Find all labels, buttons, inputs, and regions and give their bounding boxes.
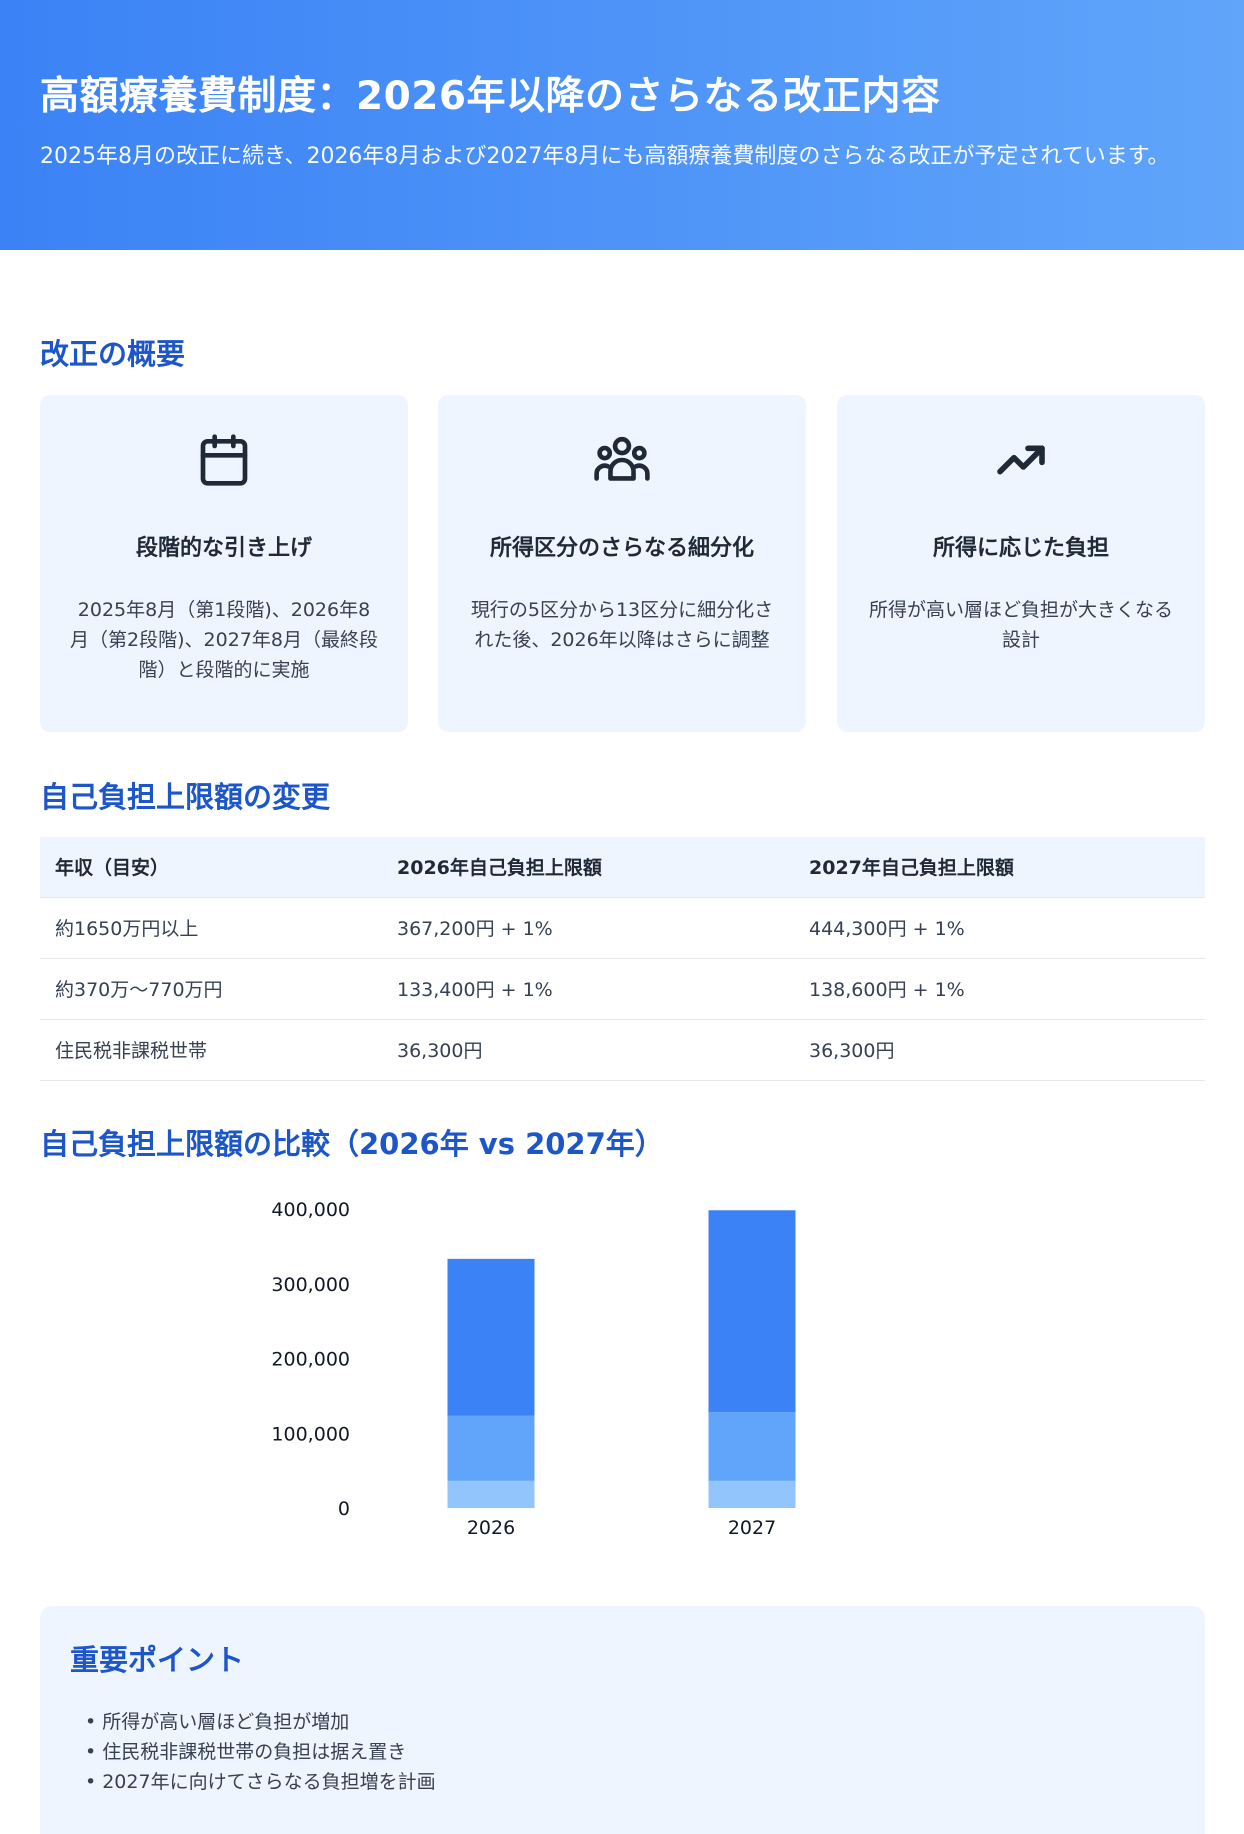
- card-text: 現行の5区分から13区分に細分化された後、2026年以降はさらに調整: [470, 599, 774, 651]
- card-text: 所得が高い層ほど負担が大きくなる設計: [868, 599, 1173, 651]
- overview-cards: 段階的な引き上げ 2025年8月（第1段階)、2026年8月（第2段階)、202…: [40, 395, 1205, 732]
- table-cell: 約1650万円以上: [40, 897, 382, 959]
- bar-segment: [708, 1480, 796, 1508]
- table-header-row: 年収（目安） 2026年自己負担上限額 2027年自己負担上限額: [40, 837, 1205, 898]
- bar-segment: [447, 1415, 535, 1481]
- y-tick-label: 0: [338, 1498, 350, 1520]
- table-cell: 367,200円 + 1%: [382, 897, 794, 959]
- key-points-box: 重要ポイント 所得が高い層ほど負担が増加 住民税非課税世帯の負担は据え置き 20…: [40, 1606, 1205, 1834]
- table-cell: 36,300円: [794, 1019, 1205, 1081]
- overview-title: 改正の概要: [40, 337, 186, 371]
- y-tick-label: 200,000: [271, 1349, 350, 1371]
- comparison-bar-chart: 0 100,000 200,000 300,000 400,000 2026 2027: [271, 1199, 796, 1539]
- card-title: 所得区分のさらなる細分化: [489, 536, 754, 561]
- hero-header: 高額療養費制度：2026年以降のさらなる改正内容 2025年8月の改正に続き、2…: [0, 0, 1244, 250]
- overview-card-segments: 所得区分のさらなる細分化 現行の5区分から13区分に細分化された後、2026年以…: [438, 395, 806, 732]
- overview-card-income: 所得に応じた負担 所得が高い層ほど負担が大きくなる設計: [837, 395, 1205, 732]
- table-row: 約370万～770万円 133,400円 + 1% 138,600円 + 1%: [40, 958, 1205, 1020]
- card-title: 段階的な引き上げ: [135, 536, 312, 561]
- page-subtitle: 2025年8月の改正に続き、2026年8月および2027年8月にも高額療養費制度…: [40, 144, 1170, 169]
- table-row: 住民税非課税世帯 36,300円 36,300円: [40, 1019, 1205, 1081]
- overview-card-phased: 段階的な引き上げ 2025年8月（第1段階)、2026年8月（第2段階)、202…: [40, 395, 408, 732]
- column-header: 2026年自己負担上限額: [382, 837, 794, 898]
- list-item: 所得が高い層ほど負担が増加: [85, 1707, 436, 1737]
- trending-up-icon: [837, 425, 1205, 495]
- table-cell: 住民税非課税世帯: [40, 1019, 382, 1081]
- comparison-title: 自己負担上限額の比較（2026年 vs 2027年）: [40, 1127, 664, 1161]
- column-header: 2027年自己負担上限額: [794, 837, 1205, 898]
- table-cell: 444,300円 + 1%: [794, 897, 1205, 959]
- limits-title: 自己負担上限額の変更: [40, 780, 331, 814]
- bar-segment: [447, 1480, 535, 1508]
- bar-segment: [708, 1210, 796, 1413]
- bar-segment: [447, 1258, 535, 1416]
- page-title: 高額療養費制度：2026年以降のさらなる改正内容: [40, 74, 941, 119]
- list-item: 住民税非課税世帯の負担は据え置き: [85, 1737, 436, 1767]
- y-tick-label: 400,000: [271, 1199, 350, 1221]
- key-points-list: 所得が高い層ほど負担が増加 住民税非課税世帯の負担は据え置き 2027年に向けて…: [85, 1707, 436, 1797]
- table-cell: 約370万～770万円: [40, 958, 382, 1020]
- list-item: 2027年に向けてさらなる負担増を計画: [85, 1767, 435, 1797]
- card-title: 所得に応じた負担: [932, 536, 1109, 561]
- x-tick-label: 2026: [467, 1517, 515, 1539]
- table-cell: 133,400円 + 1%: [382, 958, 794, 1020]
- table-row: 約1650万円以上 367,200円 + 1% 444,300円 + 1%: [40, 897, 1205, 959]
- users-icon: [438, 425, 806, 495]
- y-tick-label: 100,000: [271, 1423, 350, 1445]
- bar-segment: [708, 1412, 796, 1481]
- card-text: 2025年8月（第1段階)、2026年8月（第2段階)、2027年8月（最終段階…: [70, 599, 378, 681]
- table-cell: 36,300円: [382, 1019, 794, 1081]
- y-tick-label: 300,000: [271, 1274, 350, 1296]
- key-points-title: 重要ポイント: [70, 1643, 245, 1677]
- column-header: 年収（目安）: [40, 837, 382, 898]
- x-tick-label: 2027: [728, 1517, 776, 1539]
- calendar-icon: [40, 425, 408, 495]
- limits-table: 年収（目安） 2026年自己負担上限額 2027年自己負担上限額 約1650万円…: [40, 837, 1205, 1081]
- table-cell: 138,600円 + 1%: [794, 958, 1205, 1020]
